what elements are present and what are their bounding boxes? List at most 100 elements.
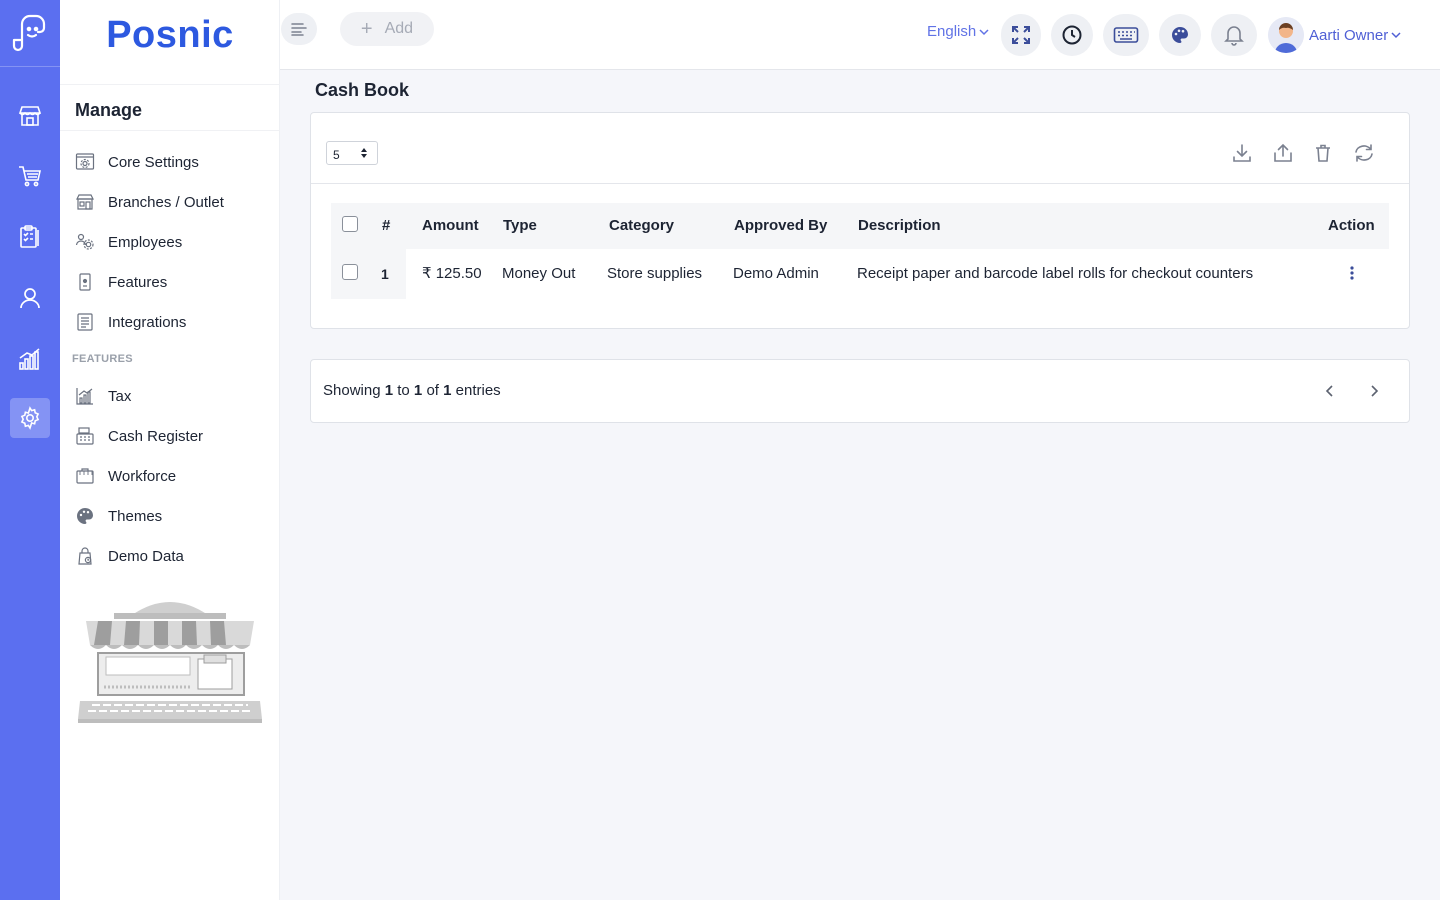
chevron-right-icon [1369, 384, 1379, 398]
previous-page-button[interactable] [1319, 380, 1341, 402]
chevron-down-icon [1388, 31, 1401, 39]
column-header-type[interactable]: Type [503, 203, 537, 249]
menu-toggle-button[interactable] [281, 13, 317, 45]
row-approved-by: Demo Admin [733, 265, 819, 282]
sidebar-item-label: Cash Register [108, 427, 204, 445]
cash-book-card: 5 # Amount Type Category Approved By Des… [310, 112, 1410, 329]
row-action-menu[interactable] [1347, 265, 1357, 281]
column-header-approved-by[interactable]: Approved By [734, 203, 827, 249]
chevron-down-icon [976, 28, 989, 36]
notifications-button[interactable] [1211, 14, 1257, 56]
summary-of-word: of [426, 382, 439, 399]
summary-to: 1 [413, 382, 423, 399]
refresh-icon [1353, 143, 1375, 163]
align-left-icon [290, 21, 308, 37]
cash-register-icon [75, 426, 95, 446]
sidebar-item-label: Core Settings [108, 153, 199, 171]
summary-to-word: to [397, 382, 410, 399]
language-selector[interactable]: English [927, 23, 989, 40]
user-menu[interactable]: Aarti Owner [1268, 16, 1401, 54]
add-button[interactable]: + Add [340, 12, 434, 46]
sidebar-item-employees[interactable]: Employees [75, 230, 275, 254]
brand-logo[interactable]: Posnic [60, 14, 280, 57]
clipboard-icon [17, 224, 43, 250]
sidebar-item-branches[interactable]: Branches / Outlet [75, 190, 275, 214]
sidebar-item-integrations[interactable]: Integrations [75, 310, 275, 334]
chart-icon [17, 346, 43, 372]
column-header-index: # [382, 217, 391, 234]
user-icon [17, 285, 43, 311]
sidebar-item-workforce[interactable]: Workforce [75, 464, 275, 488]
rail-item-users[interactable] [10, 278, 50, 318]
palette-icon [1170, 25, 1190, 45]
sidebar-item-core-settings[interactable]: Core Settings [75, 150, 275, 174]
avatar [1268, 17, 1304, 53]
pagination-bar: Showing 1 to 1 of 1 entries [310, 359, 1410, 423]
sidebar-divider [60, 130, 280, 131]
entries-summary: Showing 1 to 1 of 1 entries [323, 382, 501, 399]
rail-item-cart[interactable] [10, 156, 50, 196]
summary-prefix: Showing [323, 382, 381, 399]
row-amount: ₹ 125.50 [422, 265, 482, 282]
palette-icon [75, 506, 95, 526]
row-checkbox[interactable] [342, 264, 358, 280]
features-icon [75, 272, 95, 292]
column-header-amount[interactable]: Amount [422, 203, 479, 249]
recent-activity-button[interactable] [1051, 14, 1093, 56]
sidebar-item-tax[interactable]: Tax [75, 384, 275, 408]
refresh-button[interactable] [1352, 141, 1376, 165]
demo-data-icon [75, 546, 95, 566]
upload-icon [1273, 143, 1293, 163]
fullscreen-button[interactable] [1001, 14, 1041, 56]
workforce-icon [75, 466, 95, 486]
brand-divider [60, 84, 280, 85]
plus-icon: + [360, 18, 373, 40]
store-icon [17, 103, 43, 129]
row-description: Receipt paper and barcode label rolls fo… [857, 265, 1254, 282]
download-button[interactable] [1230, 141, 1254, 165]
summary-from: 1 [384, 382, 394, 399]
sidebar-item-label: Demo Data [108, 547, 184, 565]
sidebar-item-label: Integrations [108, 313, 187, 331]
language-label: English [927, 23, 977, 40]
table-header: # Amount Type Category Approved By Descr… [331, 203, 1389, 249]
delete-button[interactable] [1311, 141, 1335, 165]
theme-button[interactable] [1159, 14, 1201, 56]
rail-item-reports[interactable] [10, 339, 50, 379]
fullscreen-icon [1011, 25, 1031, 45]
sidebar-item-label: Themes [108, 507, 163, 525]
rail-item-store[interactable] [10, 96, 50, 136]
column-header-description[interactable]: Description [858, 203, 941, 249]
sidebar-title: Manage [75, 100, 143, 120]
upload-button[interactable] [1271, 141, 1295, 165]
sidebar-item-label: Employees [108, 233, 183, 251]
icon-rail [0, 0, 60, 900]
select-all-checkbox[interactable] [342, 216, 358, 232]
sidebar-item-label: Workforce [108, 467, 177, 485]
sidebar-item-cash-register[interactable]: Cash Register [75, 424, 275, 448]
keyboard-shortcuts-button[interactable] [1103, 14, 1149, 56]
integrations-icon [75, 312, 95, 332]
topbar: + Add English Aarti Owner [280, 0, 1440, 70]
page-size-select[interactable]: 5 [326, 141, 378, 165]
sidebar-item-themes[interactable]: Themes [75, 504, 275, 528]
app-logo-icon[interactable] [10, 12, 50, 52]
sidebar-item-demo-data[interactable]: Demo Data [75, 544, 275, 568]
user-name: Aarti Owner [1309, 26, 1389, 44]
sidebar-item-features[interactable]: Features [75, 270, 275, 294]
rail-item-settings[interactable] [10, 398, 50, 438]
branch-store-icon [75, 192, 95, 212]
rail-item-clipboard[interactable] [10, 217, 50, 257]
bell-icon [1224, 24, 1244, 46]
next-page-button[interactable] [1363, 380, 1385, 402]
settings-panel-icon [75, 152, 95, 172]
column-header-category[interactable]: Category [609, 203, 674, 249]
settings-sidebar: Posnic Manage Core Settings Branches / O… [60, 0, 280, 900]
sidebar-item-label: Tax [108, 387, 132, 405]
page-title: Cash Book [315, 80, 410, 100]
rail-divider [0, 66, 60, 67]
card-divider [311, 183, 1409, 184]
keyboard-icon [1113, 26, 1139, 44]
gear-icon [18, 406, 42, 430]
sidebar-section-label: FEATURES [72, 353, 133, 365]
